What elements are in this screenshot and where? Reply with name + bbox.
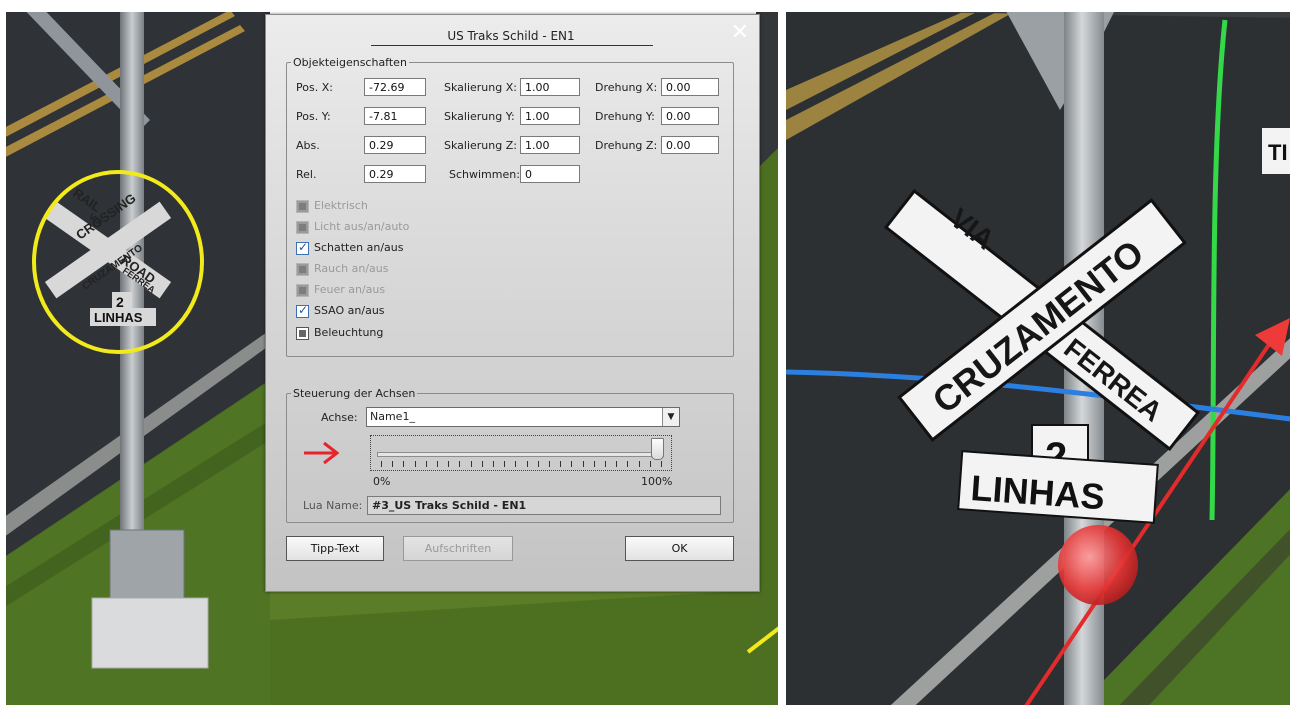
dialog-title: US Traks Schild - EN1 — [447, 29, 575, 43]
title-bar[interactable]: US Traks Schild - EN1 ✕ — [266, 15, 759, 51]
checkbox-feuer — [296, 284, 309, 297]
close-icon[interactable]: ✕ — [731, 22, 749, 44]
slider-tick — [639, 461, 640, 467]
checkbox-rauch — [296, 263, 309, 276]
rot-x-label: Drehung X: — [595, 81, 658, 94]
checkbox-ssao[interactable] — [296, 303, 309, 318]
checkbox-elektrisch-label: Elektrisch — [314, 199, 368, 212]
tipp-text-button[interactable]: Tipp-Text — [286, 536, 384, 561]
slider-tick — [504, 461, 505, 467]
slider-max-label: 100% — [641, 475, 673, 488]
swim-field[interactable] — [520, 165, 580, 183]
slider-tick — [560, 461, 561, 467]
axis-slider[interactable] — [370, 435, 672, 471]
scale-y-field[interactable] — [520, 107, 580, 125]
rot-x-field[interactable] — [661, 78, 719, 96]
slider-tick — [627, 461, 628, 467]
slider-tick — [650, 461, 651, 467]
slider-tick — [403, 461, 404, 467]
aufschriften-button: Aufschriften — [403, 536, 513, 561]
object-properties-legend: Objekteigenschaften — [293, 56, 407, 69]
slider-tick — [661, 461, 662, 467]
slider-tick — [437, 461, 438, 467]
scale-y-label: Skalierung Y: — [444, 110, 515, 123]
rot-z-label: Drehung Z: — [595, 139, 658, 152]
slider-tick — [471, 461, 472, 467]
checkbox-schatten-label[interactable]: Schatten an/aus — [314, 241, 403, 254]
checkbox-beleuchtung-label[interactable]: Beleuchtung — [314, 326, 383, 339]
signal-lamp — [1058, 525, 1138, 605]
slider-tick — [571, 461, 572, 467]
scale-x-field[interactable] — [520, 78, 580, 96]
slider-tick — [515, 461, 516, 467]
swim-label: Schwimmen: — [449, 168, 520, 181]
abs-label: Abs. — [296, 139, 320, 152]
checkbox-licht-label: Licht aus/an/auto — [314, 220, 410, 233]
slider-tick — [605, 461, 606, 467]
slider-tick — [527, 461, 528, 467]
slider-tick — [482, 461, 483, 467]
axis-select-value: Name1_ — [370, 410, 415, 423]
pos-y-label: Pos. Y: — [296, 110, 331, 123]
slider-tick — [459, 461, 460, 467]
red-arrow-annotation — [304, 441, 340, 465]
abs-field[interactable] — [364, 136, 426, 154]
slider-tick — [415, 461, 416, 467]
rot-y-field[interactable] — [661, 107, 719, 125]
rel-field[interactable] — [364, 165, 426, 183]
lua-name-field: #3_US Traks Schild - EN1 — [367, 496, 721, 515]
rot-y-label: Drehung Y: — [595, 110, 655, 123]
ok-button[interactable]: OK — [625, 536, 734, 561]
chevron-down-icon[interactable]: ▼ — [662, 408, 679, 426]
checkbox-feuer-label: Feuer an/aus — [314, 283, 386, 296]
slider-thumb[interactable] — [651, 438, 664, 460]
scale-x-label: Skalierung X: — [444, 81, 517, 94]
checkbox-elektrisch — [296, 200, 309, 213]
scale-z-field[interactable] — [520, 136, 580, 154]
right-sign-edge: TI — [1268, 140, 1288, 165]
checkbox-beleuchtung[interactable] — [296, 327, 309, 340]
slider-tick — [381, 461, 382, 467]
slider-min-label: 0% — [373, 475, 391, 488]
slider-tick — [493, 461, 494, 467]
slider-tick — [392, 461, 393, 467]
checkbox-schatten[interactable] — [296, 240, 309, 255]
left-sign-linhas: LINHAS — [94, 310, 143, 325]
slider-track[interactable] — [377, 452, 664, 457]
checkbox-licht — [296, 221, 309, 234]
scale-z-label: Skalierung Z: — [444, 139, 517, 152]
slider-tick — [583, 461, 584, 467]
left-sign-tracks: 2 — [116, 294, 124, 310]
slider-tick — [616, 461, 617, 467]
slider-tick — [448, 461, 449, 467]
slider-tick — [426, 461, 427, 467]
rel-label: Rel. — [296, 168, 317, 181]
axis-label: Achse: — [321, 411, 358, 424]
axis-control-legend: Steuerung der Achsen — [293, 387, 416, 400]
pos-x-label: Pos. X: — [296, 81, 333, 94]
checkbox-ssao-label[interactable]: SSAO an/aus — [314, 304, 385, 317]
properties-dialog: US Traks Schild - EN1 ✕ Objekteigenschaf… — [265, 14, 760, 592]
slider-tick — [538, 461, 539, 467]
slider-tick — [549, 461, 550, 467]
slider-ticks — [381, 461, 662, 467]
lua-name-label: Lua Name: — [303, 499, 363, 512]
title-underline — [371, 45, 653, 46]
rot-z-field[interactable] — [661, 136, 719, 154]
right-scene: VIA CRUZAMENTO FERREA 2 LINHAS TI — [785, 0, 1299, 717]
pos-y-field[interactable] — [364, 107, 426, 125]
pos-x-field[interactable] — [364, 78, 426, 96]
axis-select[interactable]: Name1_ ▼ — [366, 407, 680, 427]
left-scene: RAIL ROAD CROSSING VIA CRUZAMENTO FERREA… — [0, 0, 270, 715]
slider-tick — [594, 461, 595, 467]
checkbox-rauch-label: Rauch an/aus — [314, 262, 389, 275]
